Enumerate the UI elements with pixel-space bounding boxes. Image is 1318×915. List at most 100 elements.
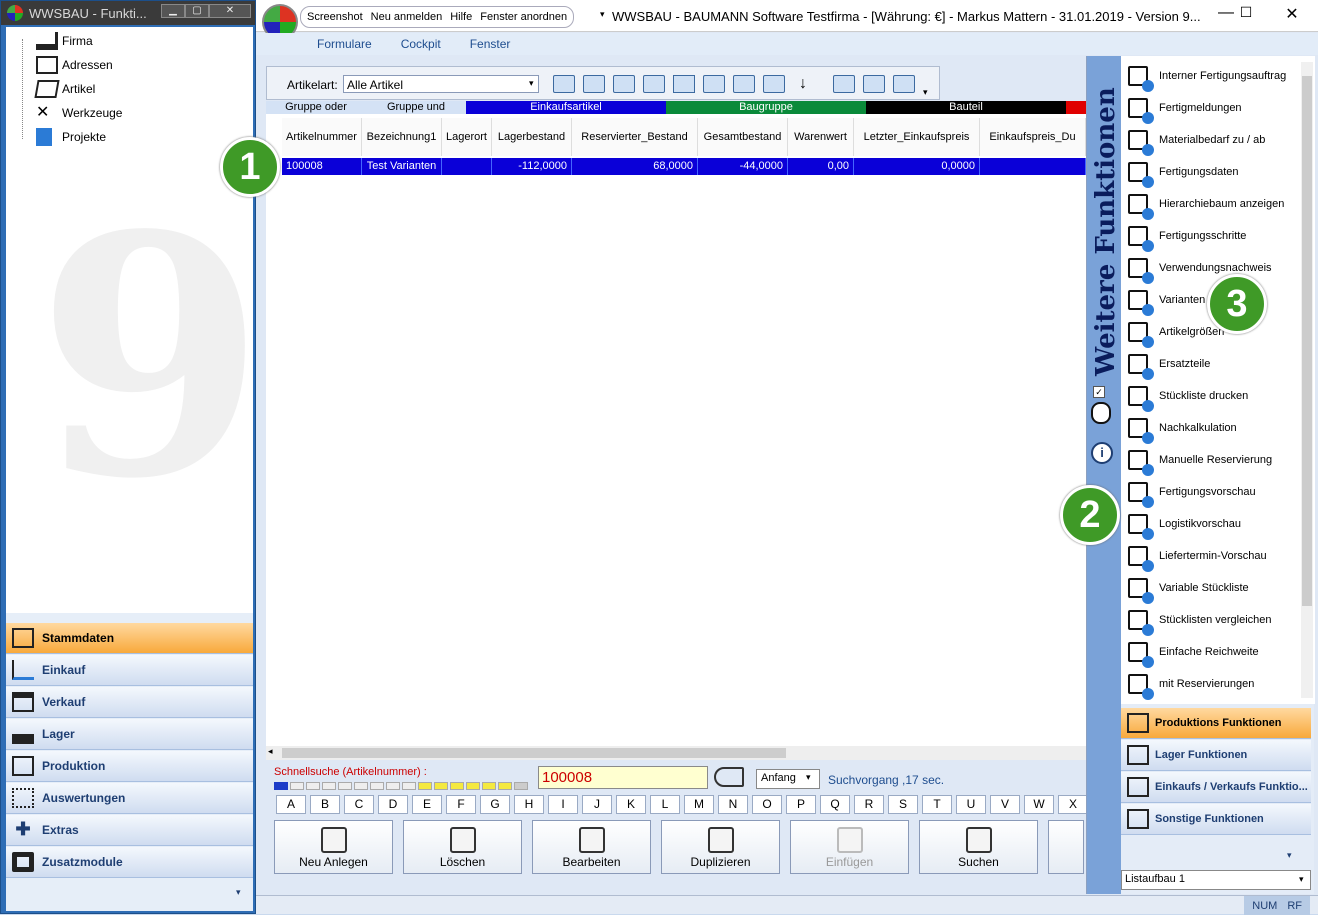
alphabet-button-k[interactable]: K (616, 795, 646, 814)
alphabet-button-w[interactable]: W (1024, 795, 1054, 814)
function-item[interactable]: Fertigmeldungen (1121, 92, 1299, 124)
bearbeiten-button[interactable]: Bearbeiten (532, 820, 651, 874)
scroll-thumb[interactable] (282, 748, 786, 758)
search-mode-icon[interactable] (714, 767, 744, 787)
mouse-icon[interactable] (1091, 402, 1111, 424)
function-nav-item[interactable]: Lager Funktionen (1121, 740, 1311, 771)
table-cell[interactable] (442, 158, 492, 175)
alphabet-button-m[interactable]: M (684, 795, 714, 814)
neu-anmelden-button[interactable]: Neu anmelden (371, 11, 443, 23)
close-button[interactable]: ✕ (209, 4, 251, 18)
function-item[interactable]: Interner Fertigungsauftrag (1121, 60, 1299, 92)
table-cell[interactable]: 0,0000 (854, 158, 980, 175)
function-item[interactable]: mit Reservierungen (1121, 668, 1299, 700)
function-item[interactable]: Liefertermin-Vorschau (1121, 540, 1299, 572)
table-cell[interactable] (980, 158, 1086, 175)
function-item[interactable]: Artikelgrößen (1121, 316, 1299, 348)
nav-stammdaten[interactable]: Stammdaten (6, 623, 253, 654)
alphabet-button-v[interactable]: V (990, 795, 1020, 814)
table-cell[interactable]: Test Varianten (362, 158, 442, 175)
window-top-icon[interactable] (863, 75, 885, 93)
alphabet-button-p[interactable]: P (786, 795, 816, 814)
alphabet-button-d[interactable]: D (378, 795, 408, 814)
tree-item-artikel[interactable]: Artikel (34, 79, 95, 99)
column-header[interactable]: Lagerbestand (492, 118, 572, 156)
fenster-anordnen-button[interactable]: Fenster anordnen (480, 11, 567, 23)
table-view-icon[interactable] (553, 75, 575, 93)
function-item[interactable]: Verwendungsnachweis (1121, 252, 1299, 284)
table-cell[interactable]: 100008 (282, 158, 362, 175)
alphabet-button-u[interactable]: U (956, 795, 986, 814)
alphabet-button-b[interactable]: B (310, 795, 340, 814)
löschen-button[interactable]: Löschen (403, 820, 522, 874)
column-header[interactable]: Lagerort (442, 118, 492, 156)
alphabet-button-s[interactable]: S (888, 795, 918, 814)
maximize-icon[interactable]: ☐ (1226, 4, 1266, 21)
nav-lager[interactable]: Lager (6, 719, 253, 750)
alphabet-button-e[interactable]: E (412, 795, 442, 814)
screenshot-button[interactable]: Screenshot (307, 11, 363, 23)
function-nav-item[interactable]: Einkaufs / Verkaufs Funktio... (1121, 772, 1311, 803)
link-icon[interactable] (733, 75, 755, 93)
function-nav-item[interactable]: Sonstige Funktionen (1121, 804, 1311, 835)
alphabet-button-x[interactable]: X (1058, 795, 1088, 814)
alphabet-button-h[interactable]: H (514, 795, 544, 814)
function-item[interactable]: Ersatzteile (1121, 348, 1299, 380)
function-item[interactable]: Nachkalkulation (1121, 412, 1299, 444)
boxes-icon[interactable] (643, 75, 665, 93)
menu-cockpit[interactable]: Cockpit (401, 37, 441, 51)
listaufbau-select[interactable]: Listaufbau 1 (1121, 870, 1311, 890)
column-header[interactable]: Reservierter_Bestand (572, 118, 698, 156)
horizontal-scrollbar[interactable]: ◂ (266, 746, 1086, 760)
duplizieren-button[interactable]: Duplizieren (661, 820, 780, 874)
nav-auswertungen[interactable]: Auswertungen (6, 783, 253, 814)
function-item[interactable]: Fertigungsschritte (1121, 220, 1299, 252)
stack-icon[interactable] (583, 75, 605, 93)
quick-search-input[interactable]: 100008 (538, 766, 708, 789)
checkbox[interactable]: ✓ (1093, 386, 1105, 398)
function-item[interactable]: Materialbedarf zu / ab (1121, 124, 1299, 156)
function-item[interactable]: Logistikvorschau (1121, 508, 1299, 540)
alphabet-button-f[interactable]: F (446, 795, 476, 814)
alphabet-button-r[interactable]: R (854, 795, 884, 814)
maximize-button[interactable]: ▢ (185, 4, 209, 18)
window-fit-icon[interactable] (893, 75, 915, 93)
artikelart-select[interactable]: Alle Artikel (343, 75, 539, 93)
vertical-scrollbar[interactable] (1301, 62, 1313, 698)
alphabet-button-t[interactable]: T (922, 795, 952, 814)
tree-item-firma[interactable]: Firma (36, 31, 93, 51)
toolbar-overflow-icon[interactable]: ▾ (923, 87, 928, 98)
nav-expand-icon[interactable]: ▾ (236, 887, 241, 898)
alphabet-button-j[interactable]: J (582, 795, 612, 814)
suchen-button[interactable]: Suchen (919, 820, 1038, 874)
neu-anlegen-button[interactable]: Neu Anlegen (274, 820, 393, 874)
sort-icon[interactable]: ↓ (799, 75, 821, 93)
tree-item-projekte[interactable]: Projekte (36, 127, 106, 147)
function-item[interactable]: Manuelle Reservierung (1121, 444, 1299, 476)
picture-icon[interactable] (613, 75, 635, 93)
hourglass-icon[interactable] (673, 75, 695, 93)
menu-formulare[interactable]: Formulare (317, 37, 372, 51)
minimize-button[interactable]: ▁ (161, 4, 185, 18)
column-header[interactable]: Warenwert (788, 118, 854, 156)
tree-item-werkzeuge[interactable]: ✕ Werkzeuge (36, 103, 122, 123)
column-header[interactable]: Einkaufspreis_Du (980, 118, 1086, 156)
function-item[interactable]: Hierarchiebaum anzeigen (1121, 188, 1299, 220)
close-icon[interactable]: ✕ (1272, 4, 1312, 24)
menu-fenster[interactable]: Fenster (470, 37, 511, 51)
function-item[interactable]: Variable Stückliste (1121, 572, 1299, 604)
more-button[interactable] (1048, 820, 1084, 874)
chevron-down-icon[interactable]: ▾ (806, 772, 811, 783)
package-icon[interactable] (703, 75, 725, 93)
column-header[interactable]: Bezeichnung1 (362, 118, 442, 156)
chevron-down-icon[interactable]: ▾ (529, 78, 534, 89)
nav-expand-icon[interactable]: ▾ (1287, 850, 1292, 861)
alphabet-button-g[interactable]: G (480, 795, 510, 814)
scroll-left-icon[interactable]: ◂ (268, 746, 273, 757)
alphabet-button-q[interactable]: Q (820, 795, 850, 814)
alphabet-button-n[interactable]: N (718, 795, 748, 814)
nav-verkauf[interactable]: Verkauf (6, 687, 253, 718)
alphabet-button-c[interactable]: C (344, 795, 374, 814)
column-header[interactable]: Gesamtbestand (698, 118, 788, 156)
table-row[interactable]: 100008 Test Varianten -112,0000 68,0000 -44,… (282, 158, 1086, 175)
